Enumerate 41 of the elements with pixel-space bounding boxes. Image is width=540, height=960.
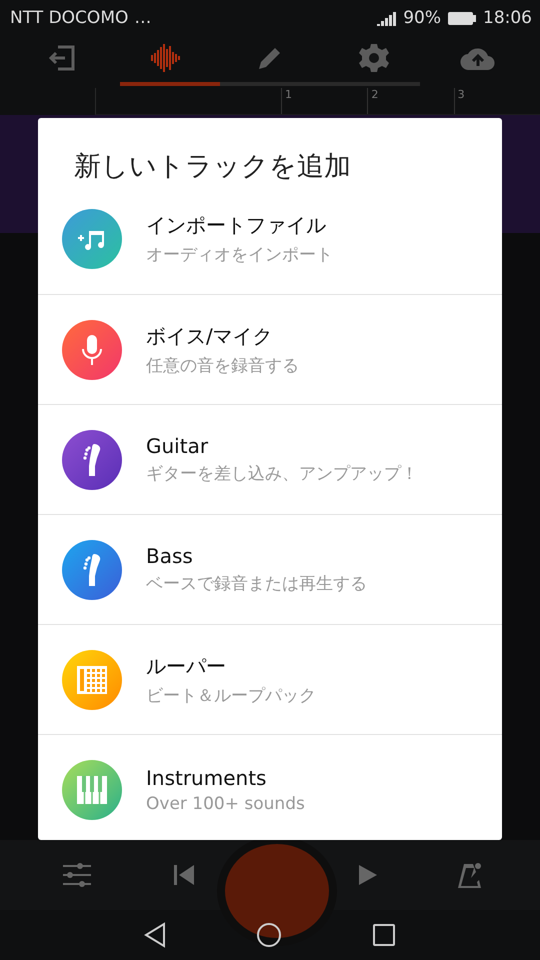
ruler-mark: 1 bbox=[281, 88, 368, 114]
option-subtitle: オーディオをインポート bbox=[146, 244, 333, 266]
option-subtitle: 任意の音を録音する bbox=[146, 354, 299, 376]
option-subtitle: ベースで録音または再生する bbox=[146, 573, 367, 595]
option-title: Bass bbox=[146, 544, 194, 568]
more-notifications: … bbox=[134, 8, 152, 28]
back-icon[interactable] bbox=[144, 922, 166, 948]
pad-grid-icon bbox=[77, 666, 107, 694]
track-type-option[interactable]: Instruments Over 100+ sounds bbox=[38, 734, 502, 844]
ruler-mark: 2 bbox=[367, 88, 454, 114]
piano-keys-icon bbox=[77, 776, 107, 804]
home-icon[interactable] bbox=[256, 922, 282, 948]
carrier-name: NTT DOCOMO bbox=[10, 8, 128, 28]
option-title: インポートファイル bbox=[146, 212, 327, 239]
track-type-option[interactable]: インポートファイル オーディオをインポート bbox=[38, 184, 502, 294]
option-subtitle: ビート＆ループパック bbox=[146, 684, 316, 706]
mixer-icon[interactable] bbox=[62, 862, 92, 888]
track-type-option[interactable]: Guitar ギターを差し込み、アンプアップ！ bbox=[38, 404, 502, 514]
metronome-icon[interactable] bbox=[458, 862, 482, 888]
option-title: ボイス/マイク bbox=[146, 322, 274, 350]
recents-icon[interactable] bbox=[372, 923, 396, 947]
ruler-mark: 3 bbox=[454, 88, 540, 114]
option-subtitle: ギターを差し込み、アンプアップ！ bbox=[146, 463, 418, 485]
exit-icon bbox=[48, 44, 76, 72]
track-type-option[interactable]: ルーパー ビート＆ループパック bbox=[38, 624, 502, 734]
waveform-icon bbox=[150, 44, 182, 72]
option-title: ルーパー bbox=[146, 652, 227, 680]
microphone-icon bbox=[81, 334, 103, 366]
battery-icon bbox=[447, 10, 477, 26]
play-icon[interactable] bbox=[358, 865, 376, 885]
dialog-title: 新しいトラックを追加 bbox=[73, 150, 352, 184]
skip-back-icon[interactable] bbox=[174, 865, 196, 885]
option-title: Guitar bbox=[146, 434, 210, 458]
settings-icon bbox=[359, 43, 389, 73]
signal-icon bbox=[377, 10, 398, 26]
clock: 18:06 bbox=[483, 8, 532, 28]
option-subtitle: Over 100+ sounds bbox=[146, 794, 305, 814]
battery-percent: 90% bbox=[403, 8, 441, 28]
track-type-option[interactable]: Bass ベースで録音または再生する bbox=[38, 514, 502, 624]
track-type-option[interactable]: ボイス/マイク 任意の音を録音する bbox=[38, 294, 502, 404]
option-title: Instruments bbox=[146, 766, 268, 790]
